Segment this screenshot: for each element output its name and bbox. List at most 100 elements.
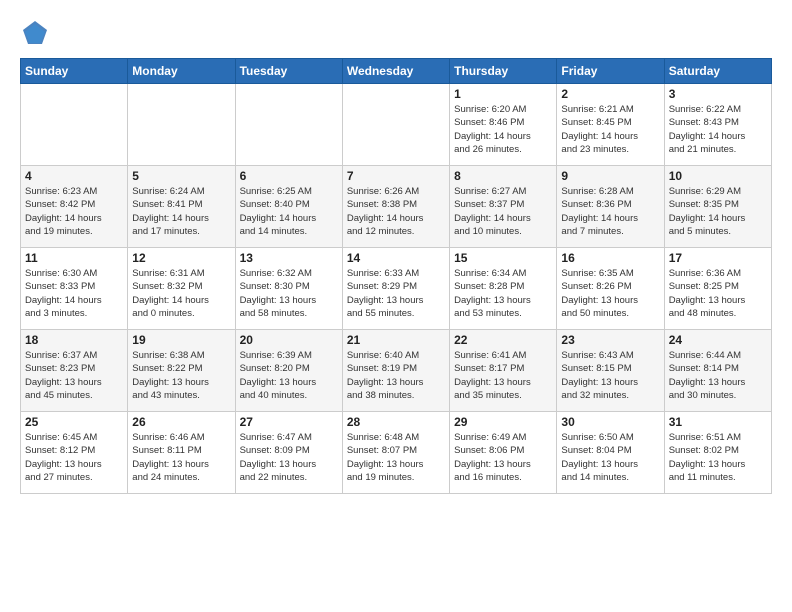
- day-info: Sunrise: 6:50 AM Sunset: 8:04 PM Dayligh…: [561, 431, 659, 484]
- logo-icon: [20, 18, 50, 48]
- day-number: 25: [25, 415, 123, 429]
- day-info: Sunrise: 6:46 AM Sunset: 8:11 PM Dayligh…: [132, 431, 230, 484]
- calendar-cell: 11 Sunrise: 6:30 AM Sunset: 8:33 PM Dayli…: [21, 248, 128, 330]
- day-info: Sunrise: 6:32 AM Sunset: 8:30 PM Dayligh…: [240, 267, 338, 320]
- day-info: Sunrise: 6:33 AM Sunset: 8:29 PM Dayligh…: [347, 267, 445, 320]
- calendar-cell: 20 Sunrise: 6:39 AM Sunset: 8:20 PM Dayli…: [235, 330, 342, 412]
- day-number: 2: [561, 87, 659, 101]
- day-info: Sunrise: 6:27 AM Sunset: 8:37 PM Dayligh…: [454, 185, 552, 238]
- day-info: Sunrise: 6:25 AM Sunset: 8:40 PM Dayligh…: [240, 185, 338, 238]
- day-info: Sunrise: 6:37 AM Sunset: 8:23 PM Dayligh…: [25, 349, 123, 402]
- calendar-cell: [235, 84, 342, 166]
- day-number: 18: [25, 333, 123, 347]
- day-info: Sunrise: 6:43 AM Sunset: 8:15 PM Dayligh…: [561, 349, 659, 402]
- calendar-cell: 12 Sunrise: 6:31 AM Sunset: 8:32 PM Dayli…: [128, 248, 235, 330]
- calendar-cell: 21 Sunrise: 6:40 AM Sunset: 8:19 PM Dayli…: [342, 330, 449, 412]
- calendar-cell: 9 Sunrise: 6:28 AM Sunset: 8:36 PM Daylig…: [557, 166, 664, 248]
- day-number: 12: [132, 251, 230, 265]
- calendar-cell: 22Sunrise: 6:41 AM Sunset: 8:17 PM Dayli…: [450, 330, 557, 412]
- day-number: 19: [132, 333, 230, 347]
- day-number: 22: [454, 333, 552, 347]
- calendar-cell: 2Sunrise: 6:21 AM Sunset: 8:45 PM Daylig…: [557, 84, 664, 166]
- day-info: Sunrise: 6:47 AM Sunset: 8:09 PM Dayligh…: [240, 431, 338, 484]
- day-number: 27: [240, 415, 338, 429]
- day-info: Sunrise: 6:38 AM Sunset: 8:22 PM Dayligh…: [132, 349, 230, 402]
- day-number: 21: [347, 333, 445, 347]
- calendar-cell: 15Sunrise: 6:34 AM Sunset: 8:28 PM Dayli…: [450, 248, 557, 330]
- day-number: 28: [347, 415, 445, 429]
- calendar-week-row: 18 Sunrise: 6:37 AM Sunset: 8:23 PM Dayli…: [21, 330, 772, 412]
- calendar-cell: [21, 84, 128, 166]
- weekday-header: Friday: [557, 59, 664, 84]
- day-number: 30: [561, 415, 659, 429]
- weekday-header: Sunday: [21, 59, 128, 84]
- day-info: Sunrise: 6:36 AM Sunset: 8:25 PM Dayligh…: [669, 267, 767, 320]
- day-info: Sunrise: 6:31 AM Sunset: 8:32 PM Dayligh…: [132, 267, 230, 320]
- weekday-header: Monday: [128, 59, 235, 84]
- day-info: Sunrise: 6:35 AM Sunset: 8:26 PM Dayligh…: [561, 267, 659, 320]
- day-info: Sunrise: 6:48 AM Sunset: 8:07 PM Dayligh…: [347, 431, 445, 484]
- day-number: 4: [25, 169, 123, 183]
- calendar-cell: 25 Sunrise: 6:45 AM Sunset: 8:12 PM Dayli…: [21, 412, 128, 494]
- day-info: Sunrise: 6:51 AM Sunset: 8:02 PM Dayligh…: [669, 431, 767, 484]
- day-info: Sunrise: 6:28 AM Sunset: 8:36 PM Dayligh…: [561, 185, 659, 238]
- calendar-cell: 4 Sunrise: 6:23 AM Sunset: 8:42 PM Daylig…: [21, 166, 128, 248]
- calendar-cell: 14 Sunrise: 6:33 AM Sunset: 8:29 PM Dayli…: [342, 248, 449, 330]
- calendar-cell: 28 Sunrise: 6:48 AM Sunset: 8:07 PM Dayli…: [342, 412, 449, 494]
- calendar-cell: 10 Sunrise: 6:29 AM Sunset: 8:35 PM Dayli…: [664, 166, 771, 248]
- day-number: 14: [347, 251, 445, 265]
- day-info: Sunrise: 6:34 AM Sunset: 8:28 PM Dayligh…: [454, 267, 552, 320]
- day-info: Sunrise: 6:39 AM Sunset: 8:20 PM Dayligh…: [240, 349, 338, 402]
- day-number: 6: [240, 169, 338, 183]
- calendar-cell: 5 Sunrise: 6:24 AM Sunset: 8:41 PM Daylig…: [128, 166, 235, 248]
- calendar-week-row: 4 Sunrise: 6:23 AM Sunset: 8:42 PM Daylig…: [21, 166, 772, 248]
- calendar-header: SundayMondayTuesdayWednesdayThursdayFrid…: [21, 59, 772, 84]
- calendar-cell: 26 Sunrise: 6:46 AM Sunset: 8:11 PM Dayli…: [128, 412, 235, 494]
- day-info: Sunrise: 6:22 AM Sunset: 8:43 PM Dayligh…: [669, 103, 767, 156]
- day-info: Sunrise: 6:45 AM Sunset: 8:12 PM Dayligh…: [25, 431, 123, 484]
- day-info: Sunrise: 6:23 AM Sunset: 8:42 PM Dayligh…: [25, 185, 123, 238]
- weekday-header: Thursday: [450, 59, 557, 84]
- calendar-cell: 19 Sunrise: 6:38 AM Sunset: 8:22 PM Dayli…: [128, 330, 235, 412]
- calendar-cell: 13Sunrise: 6:32 AM Sunset: 8:30 PM Dayli…: [235, 248, 342, 330]
- day-number: 9: [561, 169, 659, 183]
- day-info: Sunrise: 6:44 AM Sunset: 8:14 PM Dayligh…: [669, 349, 767, 402]
- day-info: Sunrise: 6:24 AM Sunset: 8:41 PM Dayligh…: [132, 185, 230, 238]
- day-number: 11: [25, 251, 123, 265]
- calendar-cell: 31 Sunrise: 6:51 AM Sunset: 8:02 PM Dayli…: [664, 412, 771, 494]
- calendar-cell: 27 Sunrise: 6:47 AM Sunset: 8:09 PM Dayli…: [235, 412, 342, 494]
- calendar-cell: 16 Sunrise: 6:35 AM Sunset: 8:26 PM Dayli…: [557, 248, 664, 330]
- day-info: Sunrise: 6:30 AM Sunset: 8:33 PM Dayligh…: [25, 267, 123, 320]
- day-number: 10: [669, 169, 767, 183]
- weekday-row: SundayMondayTuesdayWednesdayThursdayFrid…: [21, 59, 772, 84]
- calendar-cell: 3 Sunrise: 6:22 AM Sunset: 8:43 PM Daylig…: [664, 84, 771, 166]
- calendar-cell: 29 Sunrise: 6:49 AM Sunset: 8:06 PM Dayli…: [450, 412, 557, 494]
- header: [20, 18, 772, 48]
- day-number: 17: [669, 251, 767, 265]
- day-number: 20: [240, 333, 338, 347]
- calendar-cell: 6 Sunrise: 6:25 AM Sunset: 8:40 PM Daylig…: [235, 166, 342, 248]
- day-number: 31: [669, 415, 767, 429]
- day-info: Sunrise: 6:29 AM Sunset: 8:35 PM Dayligh…: [669, 185, 767, 238]
- day-number: 24: [669, 333, 767, 347]
- day-number: 16: [561, 251, 659, 265]
- calendar: SundayMondayTuesdayWednesdayThursdayFrid…: [20, 58, 772, 494]
- day-number: 29: [454, 415, 552, 429]
- day-number: 26: [132, 415, 230, 429]
- weekday-header: Wednesday: [342, 59, 449, 84]
- day-number: 5: [132, 169, 230, 183]
- calendar-cell: 7 Sunrise: 6:26 AM Sunset: 8:38 PM Daylig…: [342, 166, 449, 248]
- day-number: 1: [454, 87, 552, 101]
- day-info: Sunrise: 6:49 AM Sunset: 8:06 PM Dayligh…: [454, 431, 552, 484]
- calendar-week-row: 25 Sunrise: 6:45 AM Sunset: 8:12 PM Dayli…: [21, 412, 772, 494]
- calendar-cell: [128, 84, 235, 166]
- day-number: 7: [347, 169, 445, 183]
- calendar-cell: 18 Sunrise: 6:37 AM Sunset: 8:23 PM Dayli…: [21, 330, 128, 412]
- calendar-cell: 30 Sunrise: 6:50 AM Sunset: 8:04 PM Dayli…: [557, 412, 664, 494]
- day-info: Sunrise: 6:40 AM Sunset: 8:19 PM Dayligh…: [347, 349, 445, 402]
- logo: [20, 18, 54, 48]
- calendar-week-row: 1Sunrise: 6:20 AM Sunset: 8:46 PM Daylig…: [21, 84, 772, 166]
- day-info: Sunrise: 6:26 AM Sunset: 8:38 PM Dayligh…: [347, 185, 445, 238]
- calendar-cell: 23Sunrise: 6:43 AM Sunset: 8:15 PM Dayli…: [557, 330, 664, 412]
- day-number: 3: [669, 87, 767, 101]
